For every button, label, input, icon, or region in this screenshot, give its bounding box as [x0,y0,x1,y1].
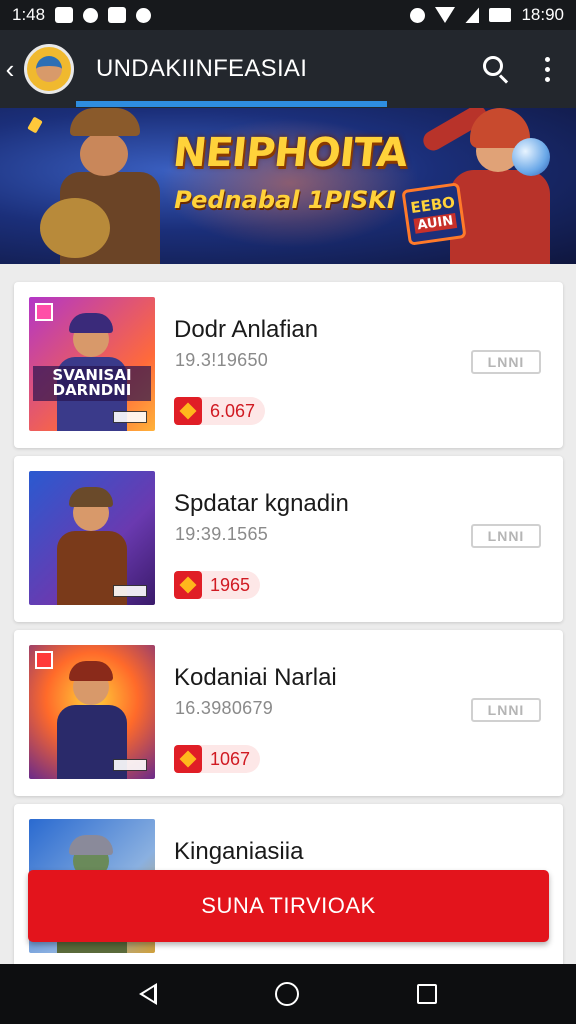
photo-icon [55,7,74,23]
list-item[interactable]: Spdatar kgnadin 19:39.1565 LNNI 1965 [14,456,563,622]
price-value: 1965 [210,574,251,595]
price-tag: 6.067 [174,397,266,425]
status-bar-left: 1:48 [12,5,152,25]
coin-icon [174,745,202,773]
game-action-button[interactable]: LNNI [471,698,541,722]
banner-badge: EEBO AUIN [401,182,467,246]
avatar[interactable] [24,44,74,94]
thumb-badge-icon [35,303,53,321]
game-meta: 16.3980679 [175,698,274,718]
app-bar-actions [481,54,550,84]
game-title: Kinganiasiia [174,838,304,865]
status-time-right: 18:90 [521,5,564,24]
price-tag: 1965 [174,571,261,599]
page-title: UNDAKIINFEASIAI [96,55,308,82]
price-value: 6.067 [210,400,256,421]
status-time-left: 1:48 [12,5,46,24]
back-button[interactable]: ‹ [0,54,20,85]
banner-subtitle: Pednabal 1PISKI [174,186,396,214]
game-action-button[interactable]: LNNI [471,524,541,548]
banner-title: NEIPHOITA [170,130,410,176]
game-title: Spdatar kgnadin [174,490,349,517]
orb-icon [512,138,550,176]
game-title: Kodaniai Narlai [174,664,337,691]
primary-action-button[interactable]: SUNA TIRVIOAK [28,870,549,942]
promo-banner[interactable]: NEIPHOITA Pednabal 1PISKI EEBO AUIN [0,108,576,264]
game-thumbnail [29,471,155,605]
status-bar-right: 18:90 [410,5,564,25]
game-meta: 19.3!19650 [175,350,269,370]
banner-hero-left-image [30,108,180,264]
game-action-button[interactable]: LNNI [471,350,541,374]
coin-icon [174,571,202,599]
signal-icon [465,7,480,23]
circle-icon [136,7,152,23]
nav-back-icon[interactable] [139,983,157,1005]
price-value: 1067 [210,748,251,769]
coin-icon [174,397,202,425]
chat-icon [83,7,99,23]
alarm-icon [410,7,426,23]
list-item[interactable]: SVANISAI DARNDNI Dodr Anlafian 19.3!1965… [14,282,563,448]
nav-home-icon[interactable] [275,982,299,1006]
avatar-face-icon [36,56,62,82]
game-meta: 19:39.1565 [175,524,269,544]
tab-indicator [76,101,387,107]
nav-recents-icon[interactable] [417,984,437,1004]
game-title: Dodr Anlafian [174,316,319,343]
game-thumbnail [29,645,155,779]
status-bar: 1:48 18:90 [0,0,576,30]
mail-icon [108,7,127,23]
search-icon[interactable] [481,54,511,84]
price-tag: 1067 [174,745,261,773]
wifi-icon [435,7,456,23]
thumb-caption: SVANISAI DARNDNI [33,365,151,401]
system-nav-bar [0,964,576,1024]
banner-badge-line2: AUIN [413,212,458,234]
game-thumbnail: SVANISAI DARNDNI [29,297,155,431]
list-item[interactable]: Kodaniai Narlai 16.3980679 LNNI 1067 [14,630,563,796]
more-vert-icon[interactable] [545,56,550,82]
battery-icon [489,8,512,22]
thumb-badge-icon [35,651,53,669]
app-bar: ‹ UNDAKIINFEASIAI [0,30,576,108]
